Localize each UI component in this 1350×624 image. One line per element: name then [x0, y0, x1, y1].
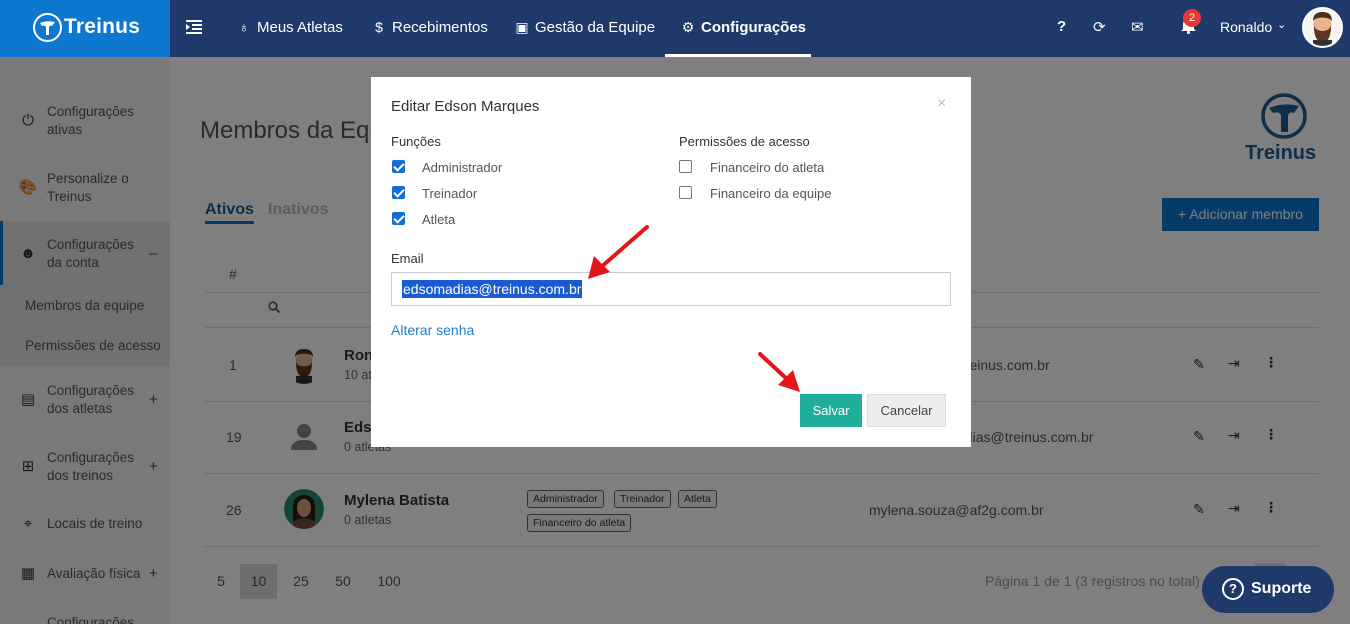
- treinus-logo-icon: [33, 13, 62, 42]
- help-circle-icon: ?: [1222, 578, 1244, 600]
- brand-logo[interactable]: Treinus: [0, 0, 170, 57]
- checkbox-administrador[interactable]: [392, 160, 405, 173]
- nav-recebimentos[interactable]: $ Recebimentos: [370, 0, 488, 57]
- email-label: Email: [391, 251, 424, 266]
- nav-meus-atletas[interactable]: ♁ Meus Atletas: [235, 0, 343, 57]
- user-avatar[interactable]: [1302, 7, 1343, 48]
- nav-gestao-equipe[interactable]: ▣ Gestão da Equipe: [513, 0, 655, 57]
- brand-name: Treinus: [64, 15, 141, 38]
- change-password-link[interactable]: Alterar senha: [391, 322, 474, 338]
- cancel-button[interactable]: Cancelar: [867, 394, 946, 427]
- dollar-icon: $: [375, 19, 383, 35]
- nav-configuracoes[interactable]: ⚙ Configurações: [665, 0, 811, 57]
- checkbox-label: Administrador: [422, 160, 503, 175]
- edit-member-modal: Editar Edson Marques × Funções Administr…: [371, 77, 971, 447]
- checkbox-label: Atleta: [422, 212, 456, 227]
- email-selected-text: edsomadias@treinus.com.br: [402, 280, 583, 298]
- sync-icon[interactable]: ⟳: [1093, 18, 1106, 36]
- gears-icon: ⚙: [681, 19, 695, 35]
- user-name[interactable]: Ronaldo: [1220, 19, 1272, 35]
- checkbox-atleta[interactable]: [392, 212, 405, 225]
- checkbox-label: Financeiro do atleta: [710, 160, 825, 175]
- mail-icon[interactable]: ✉: [1131, 18, 1144, 36]
- top-navbar: Treinus ♁ Meus Atletas $ Recebimentos ▣ Ges…: [0, 0, 1350, 57]
- close-icon[interactable]: ×: [937, 95, 946, 113]
- contact-card-icon: ▣: [515, 19, 529, 35]
- checkbox-treinador[interactable]: [392, 186, 405, 199]
- checkbox-label: Treinador: [422, 186, 478, 201]
- menu-collapse-icon[interactable]: [186, 19, 202, 35]
- checkbox-label: Financeiro da equipe: [710, 186, 832, 201]
- notification-badge: 2: [1183, 9, 1201, 27]
- chevron-down-icon[interactable]: ⌄: [1277, 18, 1286, 31]
- permissoes-label: Permissões de acesso: [679, 134, 810, 149]
- support-button[interactable]: ? Suporte: [1202, 566, 1334, 613]
- checkbox-financeiro-atleta[interactable]: [679, 160, 692, 173]
- modal-title: Editar Edson Marques: [391, 98, 540, 115]
- funcoes-label: Funções: [391, 134, 441, 149]
- email-field[interactable]: edsomadias@treinus.com.br: [391, 272, 951, 306]
- annotation-arrow-icon: [758, 352, 800, 392]
- annotation-arrow-icon: [588, 225, 649, 279]
- checkbox-financeiro-equipe[interactable]: [679, 186, 692, 199]
- help-icon[interactable]: ?: [1057, 18, 1066, 35]
- save-button[interactable]: Salvar: [800, 394, 862, 427]
- athlete-icon: ♁: [238, 19, 250, 35]
